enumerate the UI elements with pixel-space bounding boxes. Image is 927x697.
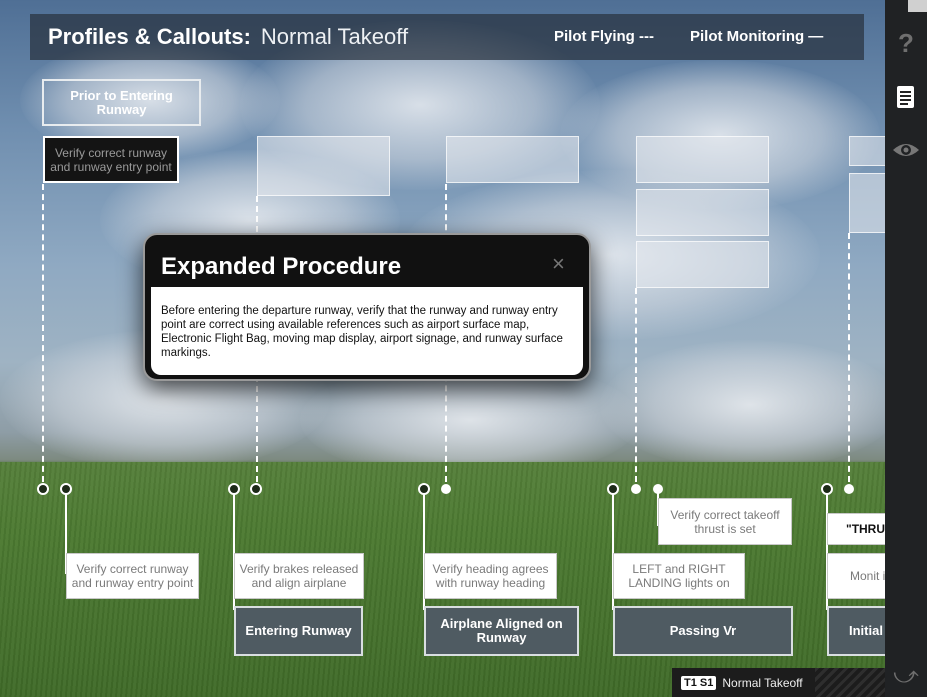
pf-node[interactable] xyxy=(228,483,240,495)
pf-node[interactable] xyxy=(37,483,49,495)
footer-label: T1 S1 Normal Takeoff xyxy=(672,668,885,697)
pm-node[interactable] xyxy=(441,484,451,494)
pf-step-placeholder[interactable] xyxy=(446,136,579,183)
dialog-body: Before entering the departure runway, ve… xyxy=(151,287,583,375)
pm-node[interactable] xyxy=(844,484,854,494)
page-title: Profiles & Callouts: xyxy=(48,24,251,49)
prior-to-entering-header: Prior to Entering Runway xyxy=(42,79,201,126)
pm-step-monitor[interactable]: Monit instr xyxy=(827,553,885,599)
pf-step-verify-runway[interactable]: Verify correct runway and runway entry p… xyxy=(43,136,179,183)
pm-node[interactable] xyxy=(250,483,262,495)
pm-step-landing-lights[interactable]: LEFT and RIGHT LANDING lights on xyxy=(613,553,745,599)
pm-step-brakes-released[interactable]: Verify brakes released and align airplan… xyxy=(234,553,364,599)
close-icon[interactable]: × xyxy=(552,251,565,277)
page-subtitle: Normal Takeoff xyxy=(260,24,409,49)
pm-node[interactable] xyxy=(631,484,641,494)
question-mark-icon[interactable]: ? xyxy=(885,28,927,59)
phase-airplane-aligned[interactable]: Airplane Aligned on Runway xyxy=(424,606,579,656)
pf-step-placeholder[interactable] xyxy=(636,241,769,288)
dialog-title: Expanded Procedure xyxy=(161,253,402,280)
pf-step-placeholder[interactable] xyxy=(849,173,885,233)
pm-node[interactable] xyxy=(653,484,663,494)
phase-passing-vr[interactable]: Passing Vr xyxy=(613,606,793,656)
pf-step-placeholder[interactable] xyxy=(849,136,885,166)
pm-step-takeoff-thrust[interactable]: Verify correct takeoff thrust is set xyxy=(658,498,792,545)
pf-step-placeholder[interactable] xyxy=(257,136,390,196)
right-toolbar: ? ⤻ xyxy=(885,0,927,697)
pf-dash-line xyxy=(42,184,44,482)
phase-initial[interactable]: Initial xyxy=(827,606,885,656)
legend-pilot-monitoring: Pilot Monitoring — xyxy=(690,28,824,45)
eye-icon[interactable] xyxy=(885,140,927,165)
return-arrow-icon[interactable]: ⤻ xyxy=(885,662,927,690)
document-icon[interactable] xyxy=(885,84,927,115)
pm-step-verify-heading[interactable]: Verify heading agrees with runway headin… xyxy=(424,553,557,599)
background-scene: Prior to Entering Runway Verify correct … xyxy=(0,0,885,697)
callout-thrust[interactable]: "THRU xyxy=(827,513,885,545)
pm-step-verify-runway[interactable]: Verify correct runway and runway entry p… xyxy=(66,553,199,599)
phase-entering-runway[interactable]: Entering Runway xyxy=(234,606,363,656)
expanded-procedure-dialog: Expanded Procedure × Before entering the… xyxy=(143,233,591,381)
section-tag: T1 S1 xyxy=(681,675,717,690)
pf-step-placeholder[interactable] xyxy=(636,189,769,236)
title-bar: Profiles & Callouts: Normal Takeoff Pilo… xyxy=(30,14,864,60)
pf-node[interactable] xyxy=(418,483,430,495)
pf-node[interactable] xyxy=(607,483,619,495)
footer-title: Normal Takeoff xyxy=(722,675,803,690)
legend-pilot-flying: Pilot Flying --- xyxy=(554,28,654,45)
pm-node[interactable] xyxy=(60,483,72,495)
edge-strip xyxy=(908,0,927,12)
pf-step-placeholder[interactable] xyxy=(636,136,769,183)
pf-node[interactable] xyxy=(821,483,833,495)
